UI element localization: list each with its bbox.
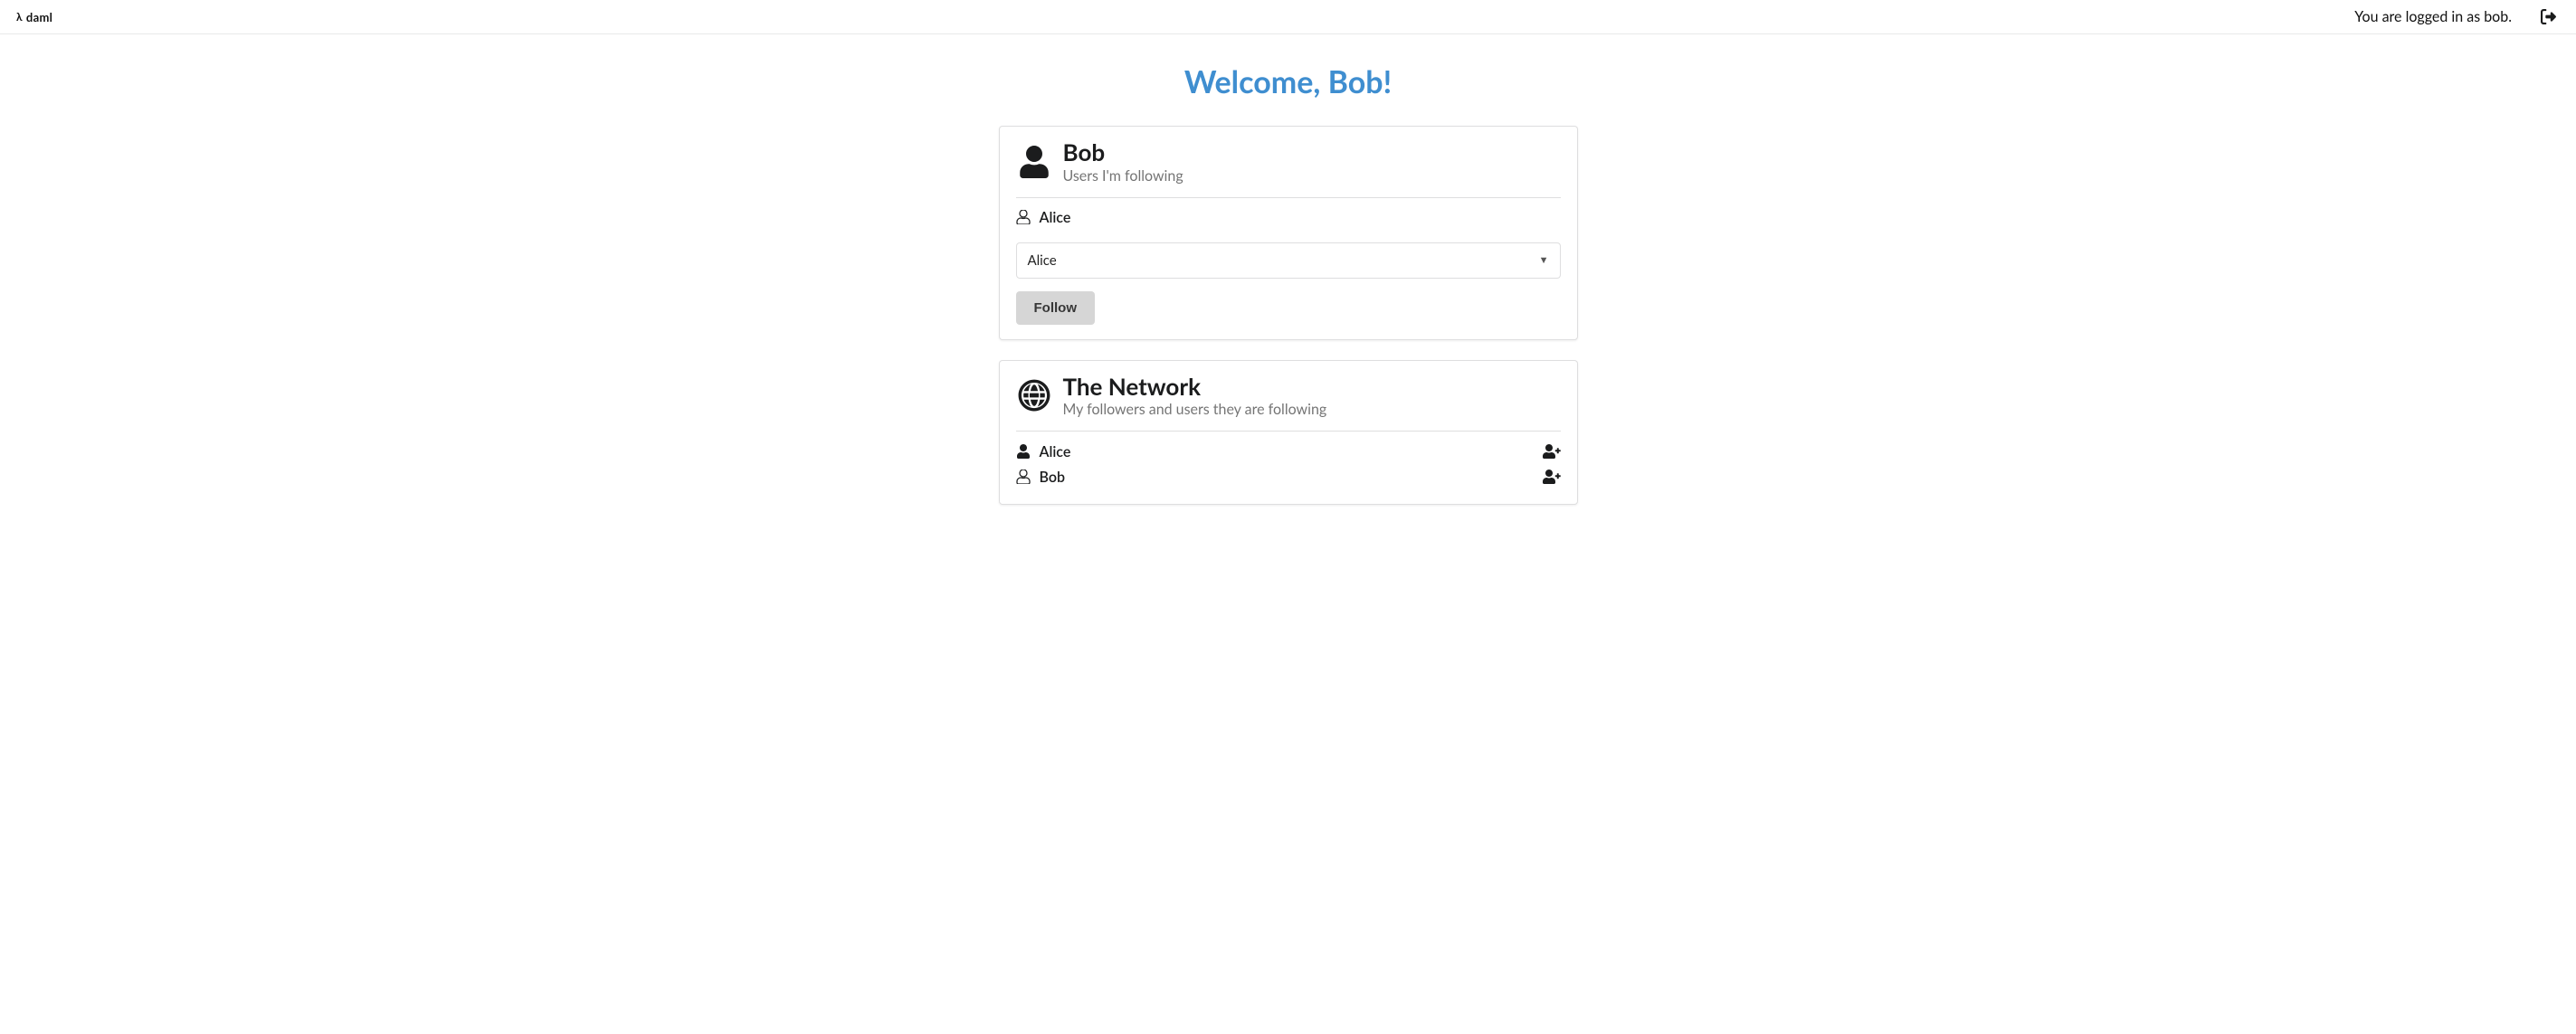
user-outline-icon bbox=[1016, 210, 1031, 224]
following-list: Alice bbox=[1016, 205, 1561, 230]
add-user-icon bbox=[1543, 470, 1561, 484]
sign-out-icon bbox=[2541, 9, 2556, 24]
list-item: Bob bbox=[1016, 464, 1561, 489]
logout-button[interactable] bbox=[2537, 5, 2560, 28]
network-list: Alice Bob bbox=[1016, 439, 1561, 489]
profile-subtitle: Users I'm following bbox=[1063, 167, 1183, 185]
brand-text: daml bbox=[26, 10, 52, 24]
chevron-down-icon: ▼ bbox=[1539, 254, 1549, 266]
list-item: Alice bbox=[1016, 205, 1561, 230]
network-subtitle: My followers and users they are followin… bbox=[1063, 401, 1327, 418]
user-select-dropdown[interactable]: Alice ▼ bbox=[1016, 242, 1561, 279]
welcome-heading: Welcome, Bob! bbox=[999, 63, 1578, 100]
user-icon bbox=[1018, 146, 1050, 178]
following-item-label: Alice bbox=[1040, 209, 1561, 226]
add-user-icon bbox=[1543, 444, 1561, 459]
brand-glyph: λ bbox=[16, 10, 23, 24]
profile-segment: Bob Users I'm following Alice Alice ▼ Fo… bbox=[999, 126, 1578, 340]
profile-title: Bob bbox=[1063, 139, 1183, 166]
network-segment: The Network My followers and users they … bbox=[999, 360, 1578, 506]
list-item: Alice bbox=[1016, 439, 1561, 464]
network-item-label: Alice bbox=[1040, 443, 1535, 460]
dropdown-selected: Alice bbox=[1028, 252, 1057, 269]
user-outline-icon bbox=[1016, 470, 1031, 484]
user-icon bbox=[1016, 444, 1031, 459]
divider bbox=[1016, 431, 1561, 432]
topbar: λ daml You are logged in as bob. bbox=[0, 0, 2576, 34]
add-user-button[interactable] bbox=[1535, 442, 1561, 460]
network-item-label: Bob bbox=[1040, 469, 1535, 486]
logged-in-text: You are logged in as bob. bbox=[2354, 8, 2512, 25]
brand-logo: λ daml bbox=[16, 10, 52, 24]
divider bbox=[1016, 197, 1561, 198]
follow-button[interactable]: Follow bbox=[1016, 291, 1096, 325]
network-title: The Network bbox=[1063, 374, 1327, 400]
globe-icon bbox=[1018, 379, 1050, 412]
add-user-button[interactable] bbox=[1535, 468, 1561, 486]
